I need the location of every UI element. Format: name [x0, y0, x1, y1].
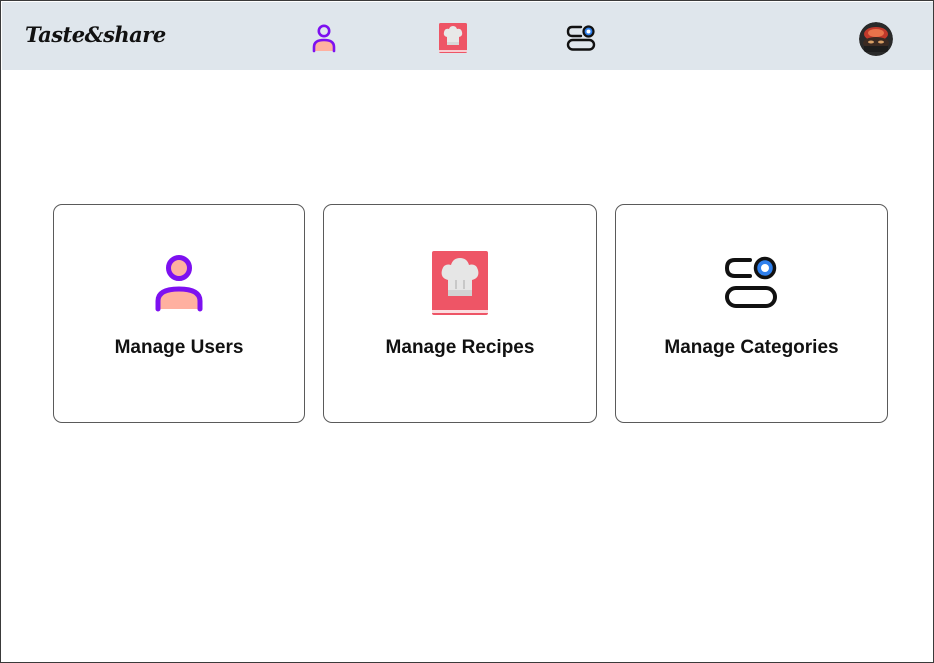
user-icon [155, 255, 203, 312]
categories-icon [566, 25, 596, 51]
recipe-book-icon [432, 251, 488, 315]
nav-users-button[interactable] [308, 21, 340, 55]
avatar[interactable] [859, 22, 893, 56]
card-users-icon-wrap [149, 250, 209, 316]
card-label: Manage Recipes [385, 337, 535, 358]
card-categories-icon-wrap [722, 250, 782, 316]
page-frame: Taste&share Manage Users Manage Recipes … [0, 0, 934, 663]
card-label: Manage Users [114, 337, 244, 358]
recipe-book-icon [439, 23, 467, 53]
nav-categories-button[interactable] [565, 21, 597, 55]
categories-icon [724, 256, 777, 308]
manage-categories-card[interactable]: Manage Categories [615, 204, 888, 423]
manage-recipes-card[interactable]: Manage Recipes [323, 204, 597, 423]
avatar-image [859, 22, 893, 56]
manage-users-card[interactable]: Manage Users [53, 204, 305, 423]
nav-recipes-button[interactable] [437, 21, 469, 55]
user-icon [312, 24, 336, 53]
card-recipes-icon-wrap [430, 250, 490, 316]
card-label: Manage Categories [664, 337, 839, 358]
top-navbar: Taste&share [2, 2, 933, 70]
brand-logo[interactable]: Taste&share [25, 22, 166, 47]
